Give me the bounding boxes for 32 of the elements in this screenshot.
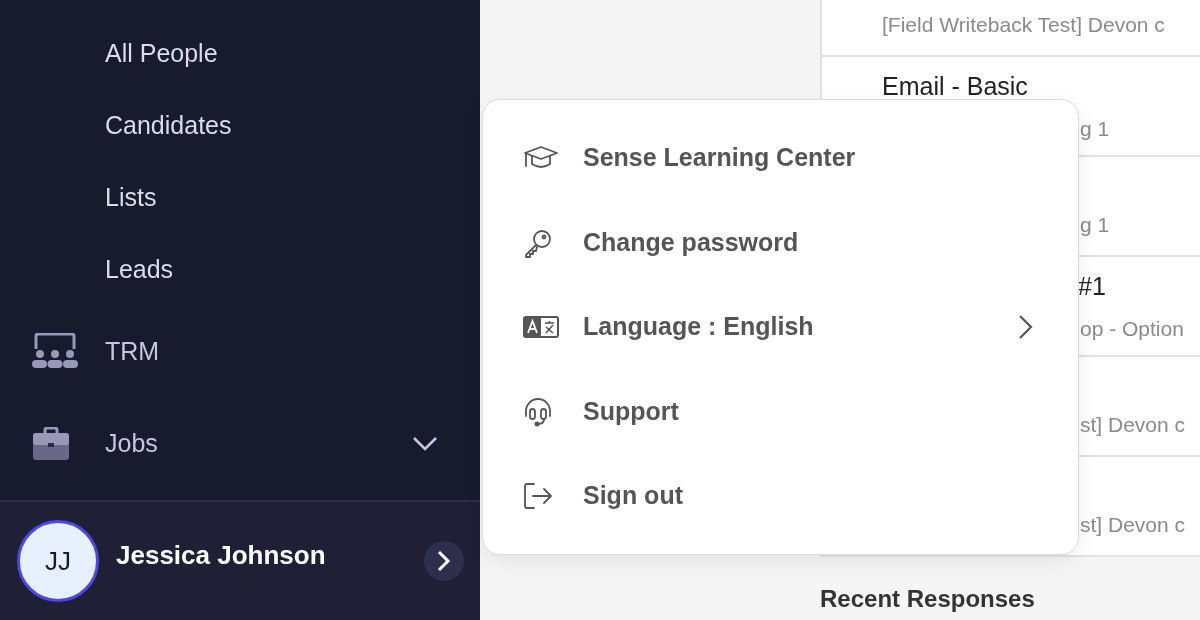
menu-item[interactable]: Support — [483, 369, 1078, 454]
user-name: Jessica Johnson — [116, 539, 326, 570]
row-subtitle: g 1 — [1080, 211, 1110, 238]
sign-out-icon — [523, 482, 553, 510]
chevron-right-icon — [1018, 314, 1034, 340]
translate-icon — [523, 316, 559, 338]
row-title: #1 — [1078, 270, 1106, 302]
row-subtitle: [Field Writeback Test] Devon c — [882, 11, 1165, 38]
menu-item[interactable]: Language : English — [483, 284, 1078, 370]
chevron-right-icon — [437, 550, 451, 572]
briefcase-icon — [32, 427, 70, 461]
menu-item[interactable]: Change password — [483, 200, 1078, 285]
nav-item[interactable]: Lists — [0, 162, 480, 234]
headset-icon — [523, 395, 553, 428]
row-subtitle: op - Option — [1080, 316, 1184, 342]
avatar: JJ — [17, 520, 99, 602]
row-subtitle: g 1 — [1080, 116, 1110, 142]
row-subtitle: st] Devon c — [1080, 511, 1186, 538]
graduation-cap-icon — [523, 145, 559, 171]
nav-item[interactable]: All People — [0, 18, 480, 90]
key-icon — [523, 227, 553, 258]
expand-button[interactable] — [424, 541, 464, 581]
nav-item[interactable]: TRM — [0, 306, 480, 398]
nav-item[interactable]: Jobs — [0, 398, 480, 490]
group-icon — [32, 333, 78, 371]
menu-item[interactable]: Sign out — [483, 453, 1078, 539]
row-subtitle: st] Devon c — [1080, 411, 1186, 438]
menu-item[interactable]: Sense Learning Center — [483, 115, 1078, 201]
section-heading: Recent Responses — [820, 584, 1035, 614]
nav-item[interactable]: Candidates — [0, 90, 480, 162]
nav-item[interactable]: Leads — [0, 234, 480, 306]
row-title: Email - Basic — [882, 70, 1028, 102]
